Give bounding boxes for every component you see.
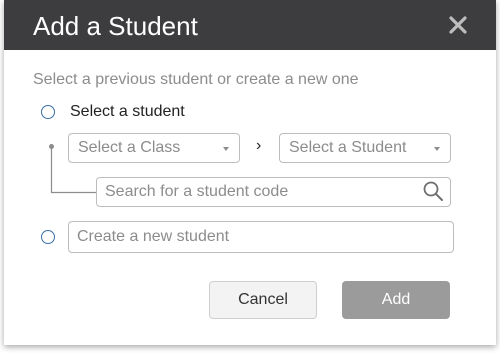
cancel-button[interactable]: Cancel (209, 281, 317, 319)
select-student-label: Select a student (70, 103, 185, 120)
chevron-down-icon (223, 147, 229, 151)
select-student-radio[interactable] (41, 105, 55, 119)
class-select-value: Select a Class (78, 139, 181, 156)
chevron-down-icon (434, 147, 440, 151)
search-icon[interactable] (422, 180, 444, 202)
student-code-search-input[interactable] (96, 177, 451, 207)
dialog-subtitle: Select a previous student or create a ne… (33, 71, 359, 88)
dialog-title: Add a Student (33, 11, 198, 41)
separator-chevron: › (256, 137, 262, 154)
add-button[interactable]: Add (342, 281, 450, 319)
dialog-header: Add a Student (4, 0, 496, 50)
student-select-value: Select a Student (289, 139, 407, 156)
class-select[interactable]: Select a Class (68, 133, 240, 163)
create-student-input[interactable] (68, 221, 454, 253)
add-student-dialog: Add a Student Select a previous student … (4, 0, 496, 345)
student-select[interactable]: Select a Student (279, 133, 451, 163)
close-icon[interactable] (446, 13, 470, 37)
create-student-radio[interactable] (41, 230, 55, 244)
